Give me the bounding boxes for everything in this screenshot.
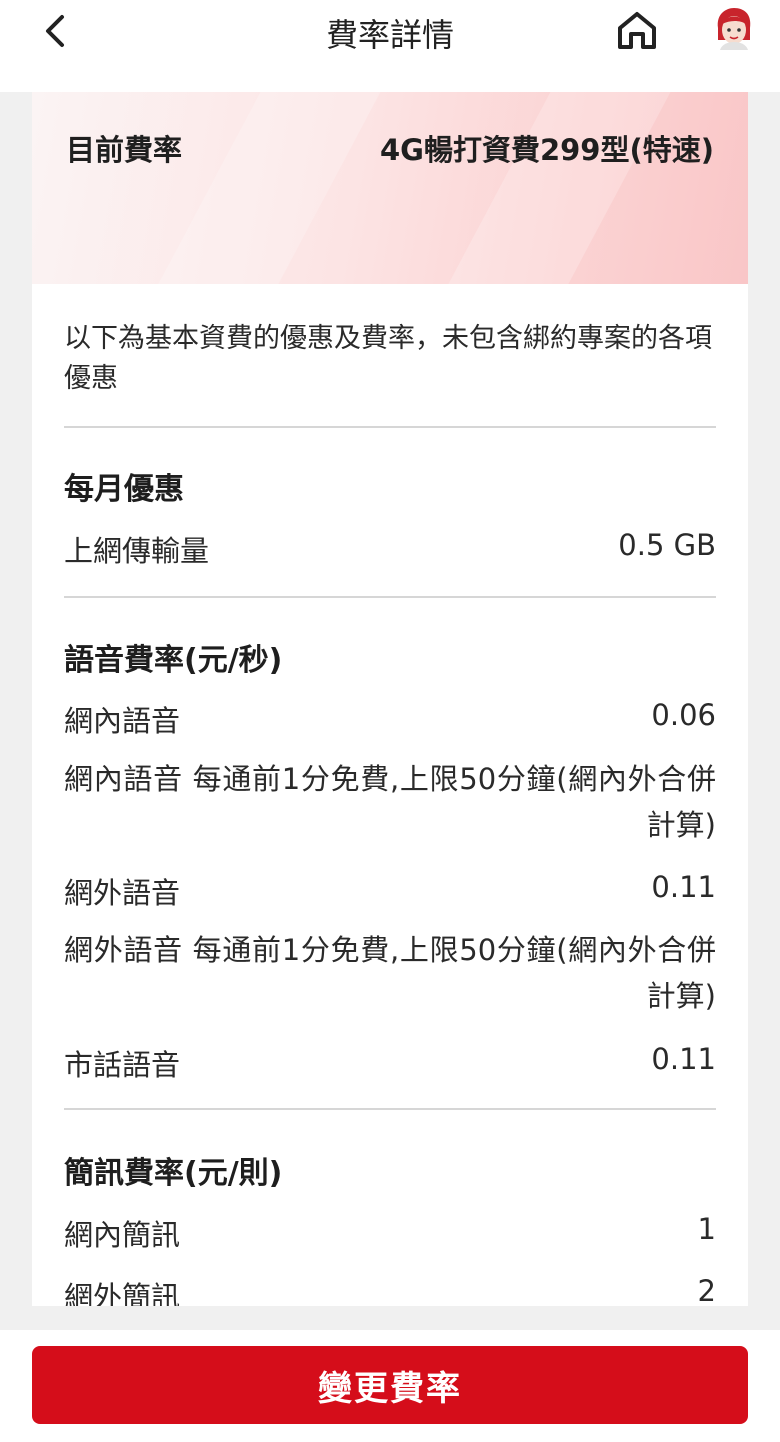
row-label-onnet-sms: 網內簡訊 — [64, 1218, 181, 1252]
user-avatar-icon — [717, 8, 751, 50]
row-label-onnet-voice: 網內語音 — [64, 704, 181, 738]
row-note-offnet-voice: 網外語音 每通前1分免費,上限50分鐘(網內外合併計算) — [64, 933, 716, 1013]
decorative-stripe — [122, 92, 402, 284]
row-value-onnet-voice: 0.06 — [651, 698, 716, 732]
current-plan-header: 目前費率 4G暢打資費299型(特速) — [32, 92, 748, 284]
rate-detail-card: 目前費率 4G暢打資費299型(特速) 以下為基本資費的優惠及費率，未包含綁約專… — [32, 92, 748, 1306]
divider — [64, 426, 716, 428]
section-title-monthly: 每月優惠 — [64, 472, 184, 507]
row-label-data-volume: 上網傳輸量 — [64, 534, 210, 568]
divider — [64, 596, 716, 598]
change-rate-button[interactable]: 變更費率 — [32, 1346, 748, 1424]
row-value-offnet-sms: 2 — [697, 1274, 716, 1306]
row-value-onnet-sms: 1 — [697, 1212, 716, 1246]
home-button[interactable] — [612, 8, 662, 52]
home-icon — [618, 12, 656, 49]
row-value-landline-voice: 0.11 — [651, 1042, 716, 1076]
decorative-stripe — [412, 92, 692, 284]
row-label-offnet-voice: 網外語音 — [64, 876, 181, 910]
row-label-landline-voice: 市話語音 — [64, 1048, 181, 1082]
section-title-voice: 語音費率(元/秒) — [64, 643, 283, 678]
avatar[interactable] — [712, 6, 756, 52]
row-value-offnet-voice: 0.11 — [651, 870, 716, 904]
row-note-onnet-voice: 網內語音 每通前1分免費,上限50分鐘(網內外合併計算) — [64, 762, 716, 842]
top-bar: 費率詳情 — [0, 0, 780, 92]
current-plan-value: 4G暢打資費299型(特速) — [379, 133, 714, 167]
section-title-sms: 簡訊費率(元/則) — [64, 1156, 283, 1191]
page-title: 費率詳情 — [325, 16, 454, 54]
intro-text: 以下為基本資費的優惠及費率，未包含綁約專案的各項優惠 — [64, 323, 712, 394]
current-plan-label: 目前費率 — [66, 133, 183, 167]
row-label-offnet-sms: 網外簡訊 — [64, 1280, 181, 1306]
row-value-data-volume: 0.5 GB — [618, 528, 716, 562]
divider — [64, 1108, 716, 1110]
